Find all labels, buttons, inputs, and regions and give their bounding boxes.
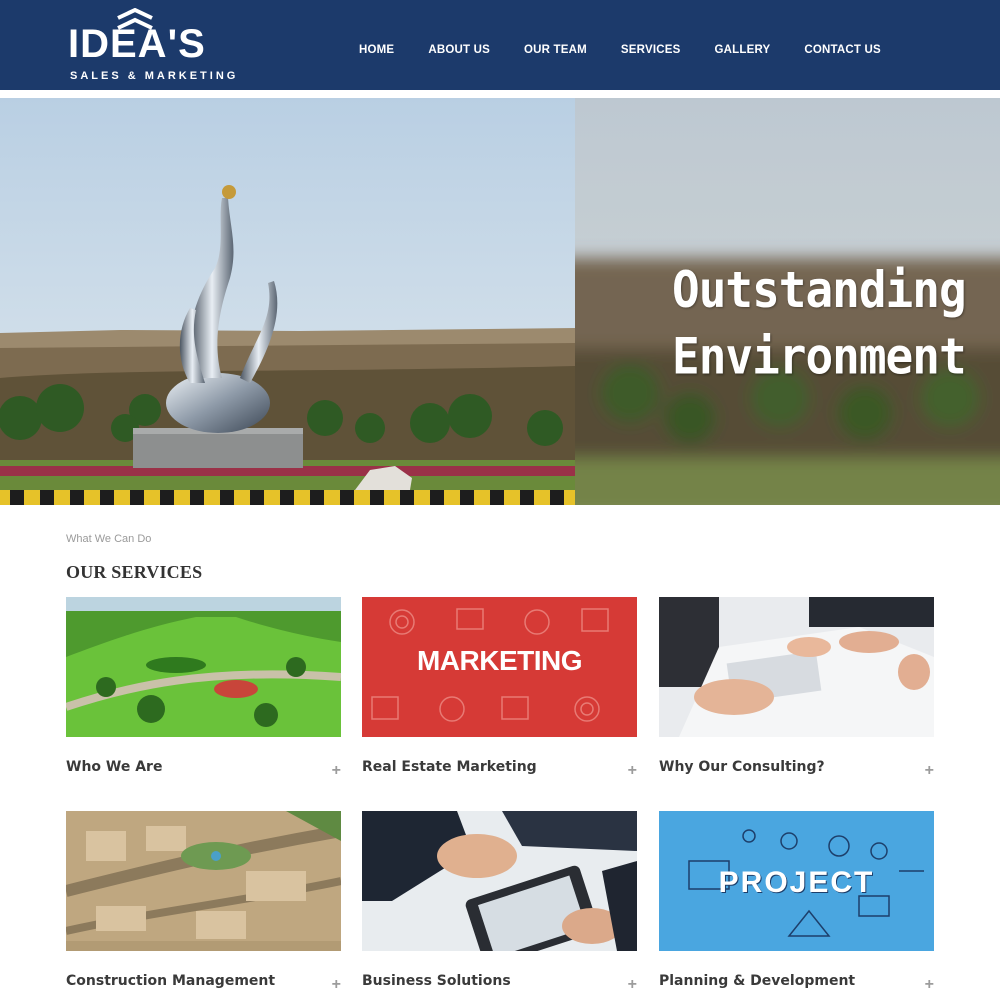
plus-icon[interactable]: + [925,977,934,993]
nav-gallery[interactable]: GALLERY [714,40,770,60]
logo-text: IDEA'S [68,22,206,66]
service-label: Real Estate Marketing [362,759,537,775]
service-card-planning-development[interactable]: PROJECT Planning & Development + [659,811,934,1000]
service-card-real-estate-marketing[interactable]: MARKETING Real Estate Marketing + [362,597,637,787]
project-image-text: PROJECT [718,866,875,899]
service-label: Business Solutions [362,973,511,989]
logo-tagline: SALES & MARKETING [70,70,239,82]
plus-icon[interactable]: + [628,763,637,779]
main-nav: HOME ABOUT US OUR TEAM SERVICES GALLERY … [342,40,898,60]
service-label: Construction Management [66,973,276,989]
hero-photo-sculpture [0,98,575,505]
hero-headline: Outstanding Environment [672,256,967,390]
service-card-construction-management[interactable]: Construction Management + [66,811,341,1000]
service-image-handshake [362,811,637,951]
hero-headline-line2: Environment [672,327,967,386]
service-image-consulting [659,597,934,737]
service-card-why-our-consulting[interactable]: Why Our Consulting? + [659,597,934,787]
hero-banner: Outstanding Environment [0,98,1000,505]
service-card-who-we-are[interactable]: Who We Are + [66,597,341,787]
service-image-park [66,597,341,737]
site-header: IDEA'S SALES & MARKETING HOME ABOUT US O… [0,0,1000,94]
nav-services[interactable]: SERVICES [621,40,681,60]
service-image-aerial-housing [66,811,341,951]
plus-icon[interactable]: + [925,763,934,779]
marketing-image-text: MARKETING [416,645,583,676]
plus-icon[interactable]: + [332,977,341,993]
service-label: Planning & Development [659,973,856,989]
service-card-business-solutions[interactable]: Business Solutions + [362,811,637,1000]
nav-about-us[interactable]: ABOUT US [428,40,490,60]
nav-our-team[interactable]: OUR TEAM [524,40,587,60]
service-label: Why Our Consulting? [659,759,825,775]
plus-icon[interactable]: + [332,763,341,779]
logo[interactable]: IDEA'S SALES & MARKETING [68,8,244,86]
services-eyebrow: What We Can Do [66,533,152,545]
nav-contact-us[interactable]: CONTACT US [804,40,881,60]
nav-home[interactable]: HOME [359,40,394,60]
services-title: OUR SERVICES [66,562,203,582]
hero-headline-line1: Outstanding [672,260,967,319]
plus-icon[interactable]: + [628,977,637,993]
service-label: Who We Are [66,759,163,775]
